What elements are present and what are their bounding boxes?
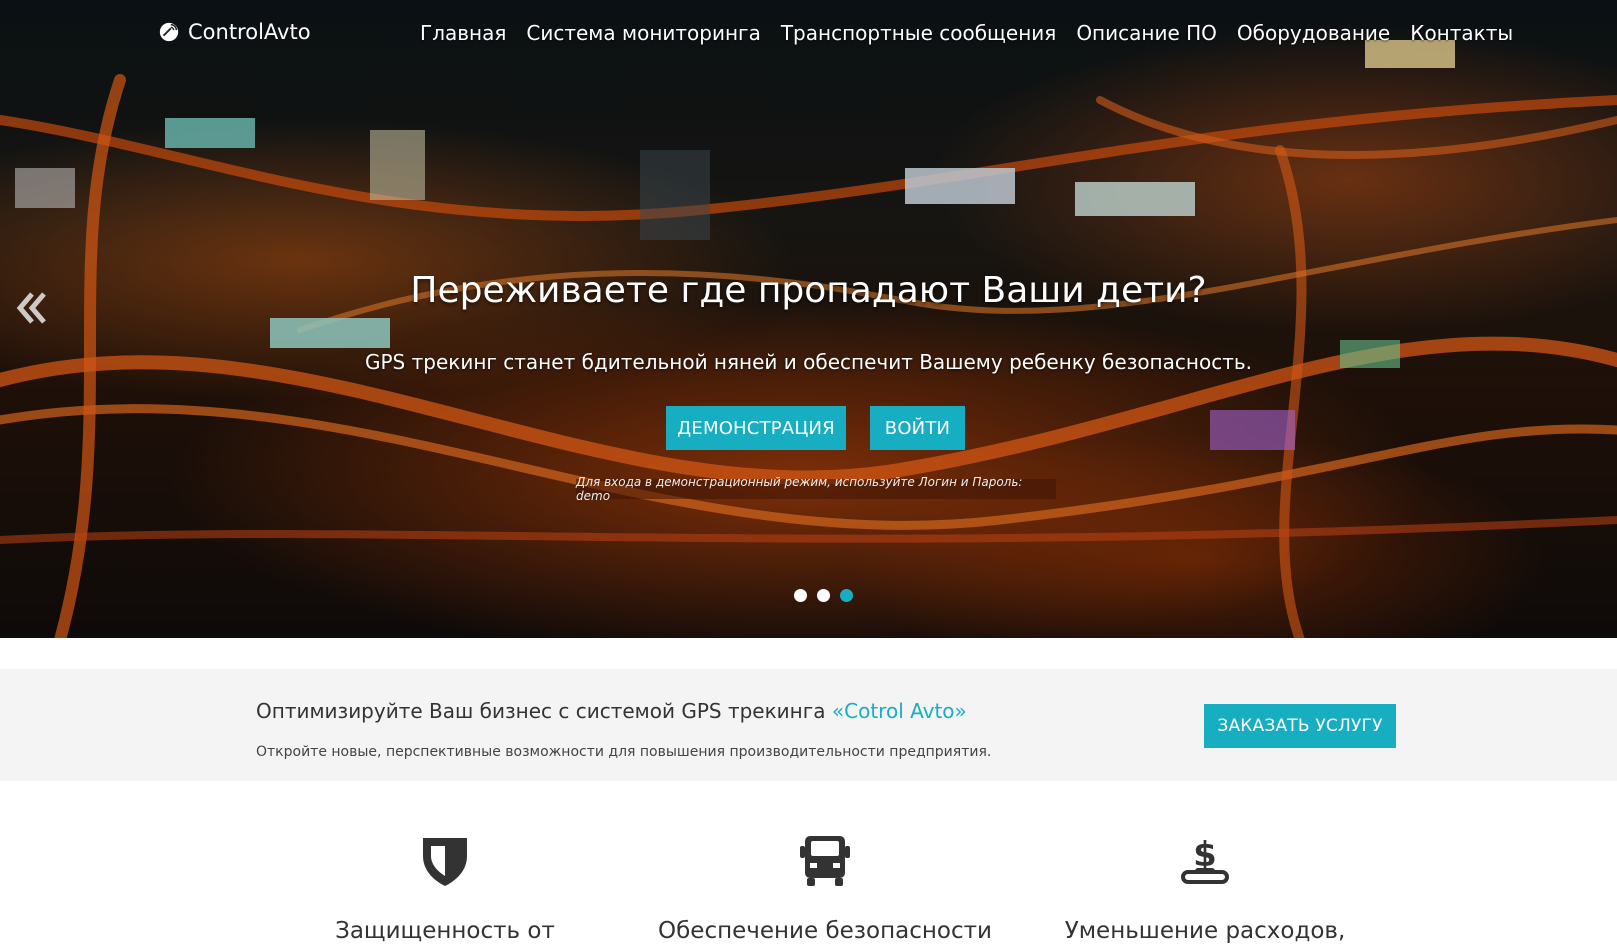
truck-icon	[800, 836, 850, 886]
feature-item: Обеспечение безопасности	[645, 832, 1005, 944]
feature-title: Обеспечение безопасности	[658, 918, 992, 944]
login-button[interactable]: ВОЙТИ	[870, 406, 965, 450]
feature-item: $ Уменьшение расходов,	[1025, 832, 1385, 944]
promo-title-text: Оптимизируйте Ваш бизнес с системой GPS …	[256, 699, 832, 723]
promo-title: Оптимизируйте Ваш бизнес с системой GPS …	[256, 699, 967, 723]
promo-title-brand: «Cotrol Avto»	[831, 699, 967, 723]
hero-title: Переживаете где пропадают Ваши дети?	[410, 270, 1207, 311]
slide-dot-1[interactable]	[794, 589, 807, 602]
order-service-button[interactable]: ЗАКАЗАТЬ УСЛУГУ	[1204, 704, 1396, 748]
demo-login-note: Для входа в демонстрационный режим, испо…	[576, 475, 1056, 503]
hero-overlay	[0, 0, 1617, 638]
nav-item-transport[interactable]: Транспортные сообщения	[781, 21, 1056, 45]
hero-subtitle: GPS трекинг станет бдительной няней и об…	[365, 350, 1252, 374]
feature-title: Уменьшение расходов,	[1064, 918, 1346, 944]
brand-logo[interactable]: ControlAvto	[158, 20, 311, 44]
nav-item-monitoring[interactable]: Система мониторинга	[526, 21, 760, 45]
satellite-dish-icon	[159, 22, 179, 42]
nav-item-contacts[interactable]: Контакты	[1410, 21, 1513, 45]
hero-slider: ControlAvto Главная Система мониторинга …	[0, 0, 1617, 638]
slide-dot-3[interactable]	[840, 589, 853, 602]
brand-name: ControlAvto	[188, 20, 311, 44]
slide-dot-2[interactable]	[817, 589, 830, 602]
feature-title: Защищенность от	[335, 918, 555, 944]
feature-item: Защищенность от	[265, 832, 625, 944]
dollar-hand-icon: $	[1181, 835, 1229, 884]
nav-item-home[interactable]: Главная	[420, 21, 506, 45]
demo-button[interactable]: ДЕМОНСТРАЦИЯ	[666, 406, 846, 450]
nav-item-equipment[interactable]: Оборудование	[1237, 21, 1390, 45]
shield-icon	[423, 838, 467, 886]
nav-item-software[interactable]: Описание ПО	[1076, 21, 1217, 45]
main-nav: Главная Система мониторинга Транспортные…	[420, 21, 1513, 45]
promo-text: Откройте новые, перспективные возможност…	[256, 744, 992, 760]
slider-indicators	[794, 589, 853, 602]
